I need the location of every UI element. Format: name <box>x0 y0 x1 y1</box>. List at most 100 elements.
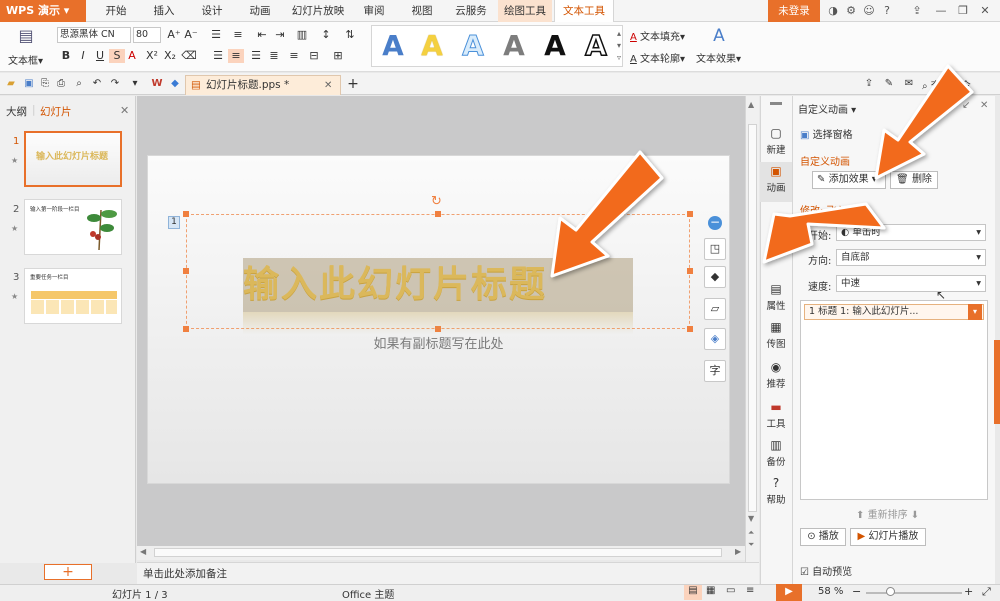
text-tools-icon[interactable]: 字 <box>704 360 726 382</box>
rail-item-upload-image[interactable]: ▦ 传图 <box>760 318 792 358</box>
align-left-icon[interactable]: ☰ <box>210 49 226 63</box>
font-size-select[interactable]: 80 <box>133 27 161 43</box>
new-tab-icon[interactable]: + <box>346 77 360 91</box>
app-logo-menu[interactable]: WPS 演示 ▾ <box>0 0 86 22</box>
prev-slide-icon[interactable]: ⏶ <box>748 528 754 538</box>
normal-view-icon[interactable]: ▤ <box>684 585 702 600</box>
pane-title-menu[interactable]: 自定义动画 ▾ <box>798 101 856 116</box>
increase-indent-icon[interactable]: ⇥ <box>272 28 288 42</box>
notes-view-icon[interactable]: ≡ <box>746 585 754 596</box>
start-select[interactable]: ◐ 单击时 ▾ <box>836 224 986 241</box>
resize-handle[interactable] <box>435 211 441 217</box>
play-slideshow-icon[interactable]: ▶ <box>776 584 802 601</box>
slide-thumbnail-1[interactable]: 输入此幻灯片标题 <box>24 131 122 187</box>
wordart-style-blue[interactable]: A <box>375 29 411 63</box>
rail-collapse-icon[interactable] <box>770 102 782 105</box>
close-tab-icon[interactable]: ✕ <box>324 76 332 95</box>
add-slide-button[interactable]: + <box>44 564 92 580</box>
share-icon[interactable]: ⇪ <box>862 77 876 91</box>
tab-drawing-tools[interactable]: 绘图工具 <box>498 0 552 22</box>
outline-icon[interactable]: ▱ <box>704 298 726 320</box>
resize-handle[interactable] <box>183 268 189 274</box>
skin-icon[interactable]: ◑ <box>824 3 842 19</box>
distribute-icon[interactable]: ≡ <box>286 49 302 63</box>
columns-icon[interactable]: ▥ <box>294 28 310 42</box>
scroll-right-icon[interactable]: ▶ <box>735 547 741 556</box>
comment-icon[interactable]: ✉ <box>902 77 916 91</box>
item-dropdown-icon[interactable]: ▾ <box>968 304 982 320</box>
pane-edge-tab[interactable] <box>994 340 1000 424</box>
subscript-icon[interactable]: X₂ <box>162 49 178 63</box>
horizontal-scroll-thumb[interactable] <box>154 548 722 557</box>
tab-cloud[interactable]: 云服务 <box>450 0 492 22</box>
tab-view[interactable]: 视图 <box>404 0 440 22</box>
resize-handle[interactable] <box>183 211 189 217</box>
login-button[interactable]: 未登录 <box>768 0 820 22</box>
textbox-icon[interactable]: ▤ <box>10 26 42 48</box>
rail-item-tools[interactable]: ▬ 工具 <box>760 398 792 438</box>
slide-thumbnail-3[interactable]: 重要任务一栏目 <box>24 268 122 324</box>
rail-item-backup[interactable]: ▥ 备份 <box>760 436 792 476</box>
export-pdf-icon[interactable]: ⎘ <box>38 77 52 91</box>
more-icon[interactable]: ▾ <box>128 77 142 91</box>
save-icon[interactable]: ▣ <box>22 77 36 91</box>
maximize-button[interactable]: ❐ <box>954 3 972 19</box>
animation-list[interactable] <box>800 300 988 500</box>
resize-handle[interactable] <box>183 326 189 332</box>
rail-item-properties[interactable]: ▤ 属性 <box>760 280 792 320</box>
reading-view-icon[interactable]: ▭ <box>726 585 735 596</box>
tab-home[interactable]: 开始 <box>98 0 134 22</box>
underline-button[interactable]: U <box>92 49 108 63</box>
layers-icon[interactable]: ◈ <box>704 328 726 350</box>
grow-font-icon[interactable]: A⁺ <box>166 28 182 42</box>
sorter-view-icon[interactable]: ▦ <box>706 585 715 596</box>
scroll-up-icon[interactable]: ▲ <box>748 100 754 109</box>
font-name-select[interactable]: 思源黑体 CN <box>57 27 131 43</box>
text-fill-button[interactable]: A 文本填充▾ <box>630 28 685 43</box>
resize-handle[interactable] <box>687 211 693 217</box>
pane-dock-icon[interactable]: ↙ <box>962 100 970 111</box>
wordart-style-outline-black[interactable]: A <box>578 28 614 63</box>
justify-icon[interactable]: ≣ <box>266 49 282 63</box>
vertical-scroll-thumb[interactable] <box>748 124 757 512</box>
fill-icon[interactable]: ◆ <box>704 266 726 288</box>
feedback-icon[interactable]: ☺ <box>860 3 878 19</box>
zoom-slider-thumb[interactable] <box>886 587 895 596</box>
close-panel-icon[interactable]: ✕ <box>120 104 129 117</box>
play-button[interactable]: ⊙ 播放 <box>800 528 846 546</box>
slide-title[interactable]: 输入此幻灯片标题 <box>243 258 633 312</box>
slideshow-button[interactable]: ▶ 幻灯片播放 <box>850 528 926 546</box>
shape-style-icon[interactable]: ◳ <box>704 238 726 260</box>
notes-area[interactable]: 单击此处添加备注 <box>137 562 759 584</box>
shadow-button[interactable]: S <box>109 49 125 63</box>
resize-handle[interactable] <box>687 326 693 332</box>
box-icon[interactable]: ◆ <box>168 77 182 91</box>
align-center-icon[interactable]: ≡ <box>228 49 244 63</box>
scroll-left-icon[interactable]: ◀ <box>140 547 146 556</box>
select-pane-button[interactable]: ▣ 选择窗格 <box>800 126 853 141</box>
numbering-icon[interactable]: ≡ <box>230 28 246 42</box>
decrease-indent-icon[interactable]: ⇤ <box>254 28 270 42</box>
text-box-margin-icon[interactable]: ⊞ <box>330 49 346 63</box>
search-command-box[interactable]: ⌕ 查找命令 <box>922 77 1000 91</box>
wordart-style-outline-blue[interactable]: A <box>455 29 491 63</box>
auto-preview-checkbox[interactable]: ☑ 自动预览 <box>800 563 852 578</box>
document-tab[interactable]: ▤ 幻灯片标题.pps * ✕ <box>185 75 341 95</box>
bold-button[interactable]: B <box>58 49 74 63</box>
text-direction-icon[interactable]: ⇅ <box>342 28 358 42</box>
rail-item-new[interactable]: ▢ 新建 <box>760 124 792 164</box>
print-preview-icon[interactable]: ⌕ <box>72 77 86 91</box>
gallery-scroll-icon[interactable]: ▴ ▾ ▿ <box>617 28 625 64</box>
scroll-down-icon[interactable]: ▼ <box>748 514 754 523</box>
tab-text-tools[interactable]: 文本工具 <box>554 0 614 22</box>
font-color-icon[interactable]: A <box>124 49 140 63</box>
wordart-style-gray[interactable]: A <box>496 29 532 63</box>
open-icon[interactable]: ▰ <box>4 77 18 91</box>
rail-item-help[interactable]: ? 帮助 <box>760 474 792 514</box>
delete-effect-button[interactable]: 🗑 删除 <box>890 171 938 189</box>
wordart-style-black[interactable]: A <box>537 29 573 63</box>
add-effect-button[interactable]: ✎ 添加效果 ▾ <box>812 171 886 189</box>
undo-icon[interactable]: ↶ <box>90 77 104 91</box>
text-outline-button[interactable]: A 文本轮廓▾ <box>630 50 685 65</box>
zoom-in-icon[interactable]: + <box>964 585 973 598</box>
